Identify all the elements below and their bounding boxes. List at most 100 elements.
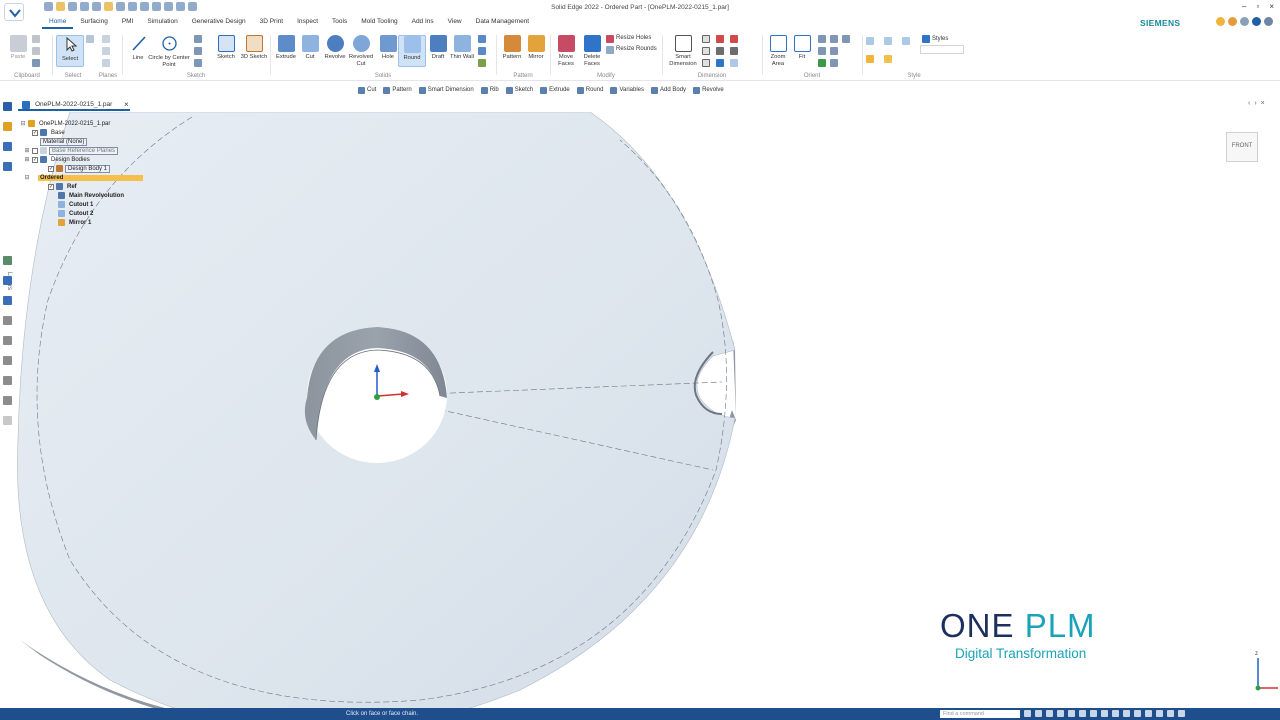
navigator-icon[interactable] <box>3 256 12 265</box>
measure-panel-icon[interactable] <box>3 336 12 345</box>
tab-surfacing[interactable]: Surfacing <box>73 17 114 29</box>
rib-small-icon[interactable] <box>478 47 486 55</box>
mirror-button[interactable]: Mirror <box>522 35 550 61</box>
zoom-status-icon[interactable] <box>1035 710 1042 717</box>
view-iso-icon[interactable] <box>866 37 874 45</box>
connect-icon[interactable] <box>730 35 738 43</box>
tree-design-bodies[interactable]: ⊞ ✓ Design Bodies <box>24 155 92 164</box>
tab-mold-tooling[interactable]: Mold Tooling <box>354 17 404 29</box>
move-faces-button[interactable]: Move Faces <box>552 35 580 68</box>
physics-panel-icon[interactable] <box>3 396 12 405</box>
close-button[interactable]: × <box>1269 2 1274 11</box>
revolved-cut-button[interactable]: Revolved Cut <box>347 35 375 68</box>
tree-reference-planes[interactable]: ⊞ Base Reference Planes <box>24 146 119 155</box>
tree-design-body-1[interactable]: ✓ Design Body 1 <box>48 164 111 173</box>
cmd-revolve[interactable]: Revolve <box>693 84 724 96</box>
design-bodies-checkbox[interactable]: ✓ <box>32 156 38 163</box>
sketch-button[interactable]: Sketch <box>212 35 240 61</box>
thin-wall-button[interactable]: Thin Wall <box>448 35 476 61</box>
tab-add-ins[interactable]: Add Ins <box>405 17 441 29</box>
variables-panel-icon[interactable] <box>3 356 12 365</box>
help-status-icon[interactable] <box>1167 710 1174 717</box>
expand-icon[interactable]: ⊞ <box>24 156 30 163</box>
angle-between-icon[interactable] <box>702 47 710 55</box>
tree-cutout-1[interactable]: Cutout 1 <box>58 200 95 209</box>
snap-status-icon[interactable] <box>1123 710 1130 717</box>
zoom-icon[interactable] <box>818 35 826 43</box>
feature-library-icon[interactable] <box>3 122 12 131</box>
fit-button[interactable]: Fit <box>788 35 816 61</box>
tree-mirror-1[interactable]: Mirror 1 <box>58 218 93 227</box>
copy-clipboard-icon[interactable] <box>32 47 40 55</box>
help-icon[interactable] <box>1252 17 1261 26</box>
zoom-in-icon[interactable] <box>830 35 838 43</box>
display-status-icon[interactable] <box>1101 710 1108 717</box>
smiley-icon[interactable] <box>1216 17 1225 26</box>
tab-inspect[interactable]: Inspect <box>290 17 325 29</box>
document-tab-scroll[interactable]: ‹›× <box>1248 100 1269 107</box>
select-filter-icon[interactable] <box>86 35 94 43</box>
minimize-button[interactable]: – <box>1242 2 1246 11</box>
grid-status-icon[interactable] <box>1112 710 1119 717</box>
tab-home[interactable]: Home <box>42 17 74 29</box>
tab-tools[interactable]: Tools <box>325 17 354 29</box>
styles-button[interactable]: Styles <box>932 36 948 42</box>
restore-button[interactable]: ▫ <box>1256 2 1259 11</box>
reference-icon[interactable] <box>3 276 12 285</box>
arrow-icon[interactable] <box>1024 710 1031 717</box>
ref-checkbox[interactable]: ✓ <box>48 183 54 190</box>
fit-status-icon[interactable] <box>1046 710 1053 717</box>
tree-material[interactable]: Material (None) <box>40 137 88 146</box>
fillet-icon[interactable] <box>194 59 202 67</box>
tab-view[interactable]: View <box>441 17 469 29</box>
resize-rounds-button[interactable]: Resize Rounds <box>616 46 657 52</box>
delete-faces-button[interactable]: Delete Faces <box>578 35 606 68</box>
section-status-icon[interactable] <box>1134 710 1141 717</box>
tree-ref[interactable]: ✓ Ref <box>48 182 79 191</box>
shaded-icon[interactable] <box>866 55 874 63</box>
properties-icon[interactable] <box>3 316 12 325</box>
lip-small-icon[interactable] <box>478 59 486 67</box>
expand-icon[interactable]: ⊞ <box>24 147 30 154</box>
revolve-button[interactable]: Revolve <box>321 35 349 61</box>
rotate-icon[interactable] <box>818 59 826 67</box>
horizontal-vertical-icon[interactable] <box>716 47 724 55</box>
tab-3d-print[interactable]: 3D Print <box>253 17 290 29</box>
close-status-icon[interactable] <box>1178 710 1185 717</box>
circle-by-center-button[interactable]: Circle by Center Point <box>146 35 192 69</box>
pan-icon[interactable] <box>818 47 826 55</box>
cmd-cut[interactable]: Cut <box>358 84 376 96</box>
view-status-icon[interactable] <box>1079 710 1086 717</box>
options-icon[interactable] <box>1240 17 1249 26</box>
grid-icon[interactable] <box>716 59 724 67</box>
format-painter-icon[interactable] <box>32 59 40 67</box>
family-of-parts-icon[interactable] <box>3 142 12 151</box>
add-body-small-icon[interactable] <box>478 35 486 43</box>
views-icon[interactable] <box>830 47 838 55</box>
cmd-round[interactable]: Round <box>576 84 603 96</box>
find-command-input[interactable]: Find a command <box>940 710 1020 718</box>
rotate-status-icon[interactable] <box>1068 710 1075 717</box>
tab-data-management[interactable]: Data Management <box>469 17 536 29</box>
view-top-icon[interactable] <box>884 37 892 45</box>
text-annotation-icon[interactable] <box>730 47 738 55</box>
tree-base[interactable]: ✓ Base <box>32 128 67 137</box>
paste-button[interactable]: Paste <box>4 35 32 61</box>
tree-root[interactable]: ⊟ OnePLM-2022-0215_1.par <box>20 119 112 128</box>
tree-main-revolution[interactable]: Main Revolvolution <box>58 191 126 200</box>
tools-panel-icon[interactable] <box>3 376 12 385</box>
view-front-icon[interactable] <box>902 37 910 45</box>
visibility-status-icon[interactable] <box>1145 710 1152 717</box>
view-cube[interactable]: FRONT <box>1226 132 1258 162</box>
shaded-with-edges-icon[interactable] <box>884 55 892 63</box>
sensors-icon[interactable] <box>3 162 12 171</box>
cmd-extrude[interactable]: Extrude <box>540 84 570 96</box>
options-status-icon[interactable] <box>1156 710 1163 717</box>
feedback-icon[interactable] <box>1228 17 1237 26</box>
tab-simulation[interactable]: Simulation <box>140 17 184 29</box>
tab-generative-design[interactable]: Generative Design <box>185 17 253 29</box>
relate-icon[interactable] <box>716 35 724 43</box>
smart-dimension-button[interactable]: Smart Dimension <box>666 35 700 68</box>
design-body-checkbox[interactable]: ✓ <box>48 165 54 172</box>
tab-pmi[interactable]: PMI <box>115 17 141 29</box>
